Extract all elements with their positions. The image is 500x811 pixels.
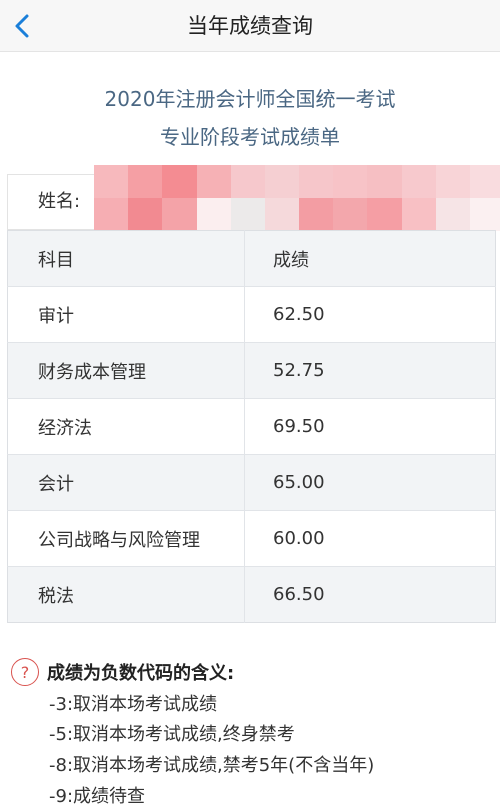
subject-cell: 会计 xyxy=(7,454,245,511)
table-row: 税法 66.50 xyxy=(7,566,496,623)
question-circle-icon: ? xyxy=(11,658,39,686)
score-cell: 69.50 xyxy=(244,398,496,455)
page-title: 当年成绩查询 xyxy=(187,14,313,38)
note-item: -8:取消本场考试成绩,禁考5年(不含当年) xyxy=(49,755,375,776)
column-header-subject: 科目 xyxy=(7,230,245,287)
name-label: 姓名: xyxy=(38,191,81,212)
exam-subtitle: 专业阶段考试成绩单 xyxy=(160,125,340,149)
table-row: 审计 62.50 xyxy=(7,286,496,343)
table-row: 会计 65.00 xyxy=(7,454,496,511)
subject-cell: 审计 xyxy=(7,286,245,343)
redacted-name-pixelation xyxy=(94,165,500,231)
table-row: 公司战略与风险管理 60.00 xyxy=(7,510,496,567)
subject-cell: 财务成本管理 xyxy=(7,342,245,399)
score-cell: 65.00 xyxy=(244,454,496,511)
score-table: 科目 成绩 审计 62.50 财务成本管理 52.75 经济法 69.50 会计… xyxy=(7,230,496,623)
notes-header: ? 成绩为负数代码的含义: xyxy=(11,656,491,688)
score-cell: 62.50 xyxy=(244,286,496,343)
candidate-name-row: 姓名: xyxy=(7,165,500,231)
subject-cell: 经济法 xyxy=(7,398,245,455)
score-cell: 66.50 xyxy=(244,566,496,623)
column-header-score: 成绩 xyxy=(244,230,496,287)
subject-cell: 税法 xyxy=(7,566,245,623)
table-row: 财务成本管理 52.75 xyxy=(7,342,496,399)
subject-cell: 公司战略与风险管理 xyxy=(7,510,245,567)
navigation-bar: 当年成绩查询 xyxy=(0,0,500,52)
note-item: -9:成绩待查 xyxy=(49,786,146,807)
score-code-notes: ? 成绩为负数代码的含义: -3:取消本场考试成绩 -5:取消本场考试成绩,终身… xyxy=(11,656,491,807)
table-row: 经济法 69.50 xyxy=(7,398,496,455)
note-item: -5:取消本场考试成绩,终身禁考 xyxy=(49,724,295,745)
exam-title: 2020年注册会计师全国统一考试 xyxy=(104,87,396,111)
score-cell: 60.00 xyxy=(244,510,496,567)
score-cell: 52.75 xyxy=(244,342,496,399)
note-item: -3:取消本场考试成绩 xyxy=(49,694,218,715)
table-header-row: 科目 成绩 xyxy=(7,230,496,287)
notes-title: 成绩为负数代码的含义: xyxy=(47,663,235,684)
